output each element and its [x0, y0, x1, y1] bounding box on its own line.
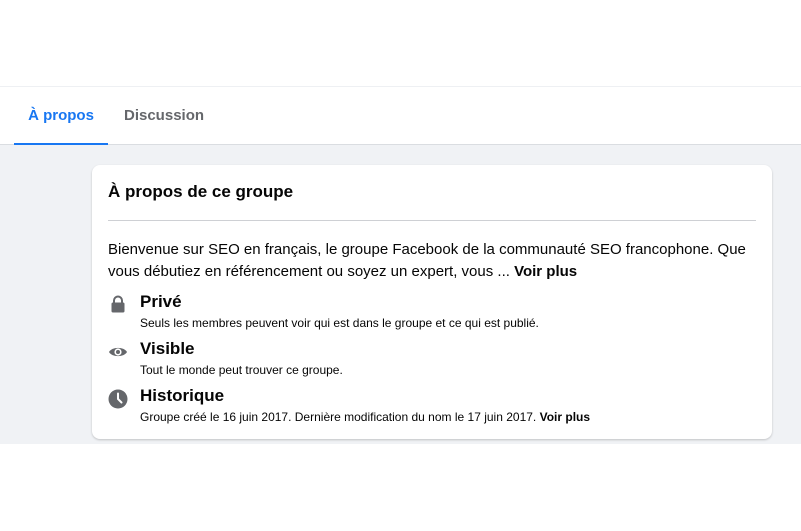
history-description: Groupe créé le 16 juin 2017. Dernière mo… — [140, 410, 590, 424]
tab-about[interactable]: À propos — [14, 87, 108, 146]
header-blank — [0, 0, 801, 87]
history-title: Historique — [140, 386, 225, 405]
eye-icon — [109, 347, 127, 357]
privacy-description: Seuls les membres peuvent voir qui est d… — [140, 316, 539, 330]
visibility-title: Visible — [140, 339, 195, 358]
see-more-description-link[interactable]: Voir plus — [514, 263, 577, 280]
tab-discussion[interactable]: Discussion — [124, 87, 204, 145]
see-more-history-link[interactable]: Voir plus — [540, 410, 590, 424]
about-card-title: À propos de ce groupe — [108, 182, 294, 201]
clock-icon — [108, 389, 128, 409]
lock-icon — [111, 295, 125, 313]
group-tabs: À propos Discussion — [0, 87, 801, 146]
visibility-description: Tout le monde peut trouver ce groupe. — [140, 363, 343, 377]
group-description-text: Bienvenue sur SEO en français, le groupe… — [108, 241, 746, 280]
group-description: Bienvenue sur SEO en français, le groupe… — [108, 239, 748, 283]
privacy-title: Privé — [140, 292, 182, 311]
history-description-text: Groupe créé le 16 juin 2017. Dernière mo… — [140, 410, 537, 424]
divider — [108, 220, 756, 221]
about-card: À propos de ce groupe Bienvenue sur SEO … — [92, 165, 772, 439]
